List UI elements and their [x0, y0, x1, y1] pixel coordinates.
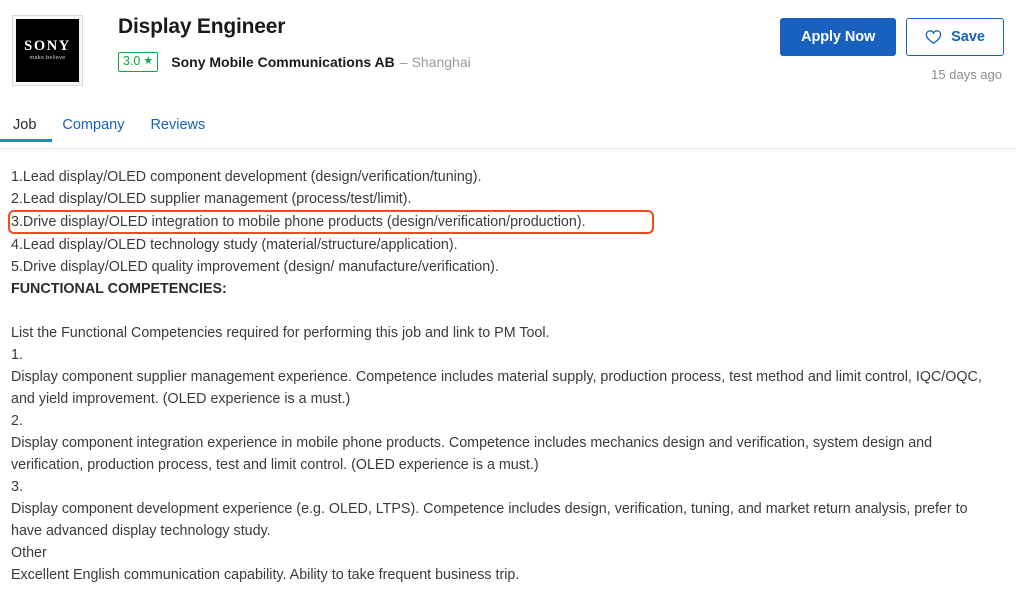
description-line: Other — [11, 545, 47, 561]
description-line: 1. — [11, 347, 23, 363]
description-line: 3. — [11, 479, 23, 495]
header-actions: Apply Now Save 15 days ago — [780, 10, 1004, 82]
posted-date: 15 days ago — [931, 67, 1002, 82]
job-location: Shanghai — [411, 53, 471, 70]
description-line: FUNCTIONAL COMPETENCIES: — [11, 281, 227, 297]
save-button-label: Save — [951, 29, 985, 45]
job-listing-page: { "header": { "logo": { "name": "sony-lo… — [0, 0, 1016, 611]
tab-job[interactable]: Job — [0, 118, 53, 141]
description-line: 2. — [11, 413, 23, 429]
description-line: Display component development experience… — [11, 501, 968, 539]
highlight-row: 3.Drive display/OLED integration to mobi… — [8, 210, 1005, 234]
description-line: 5.Drive display/OLED quality improvement… — [11, 259, 499, 275]
page-title: Display Engineer — [118, 15, 286, 38]
job-header: SONY make.believe Display Engineer 3.0 ★… — [0, 0, 1016, 118]
heart-outline-icon — [925, 29, 942, 45]
description-line: 4.Lead display/OLED technology study (ma… — [11, 237, 458, 253]
logo-tagline: make.believe — [29, 55, 66, 62]
employer-logo: SONY make.believe — [12, 15, 83, 86]
description-line: 2.Lead display/OLED supplier management … — [11, 191, 412, 207]
description-line: Display component supplier management ex… — [11, 369, 982, 407]
rating-badge[interactable]: 3.0 ★ — [118, 52, 159, 72]
logo-wordmark: SONY — [24, 37, 71, 54]
tab-company[interactable]: Company — [60, 118, 126, 141]
title-block: Display Engineer 3.0 ★ Sony Mobile Commu… — [118, 10, 780, 72]
save-job-button[interactable]: Save — [906, 18, 1004, 56]
logo-inner: SONY make.believe — [16, 19, 79, 82]
tabs-container: Job Company Reviews — [0, 118, 1016, 148]
header-row: SONY make.believe Display Engineer 3.0 ★… — [12, 10, 1004, 86]
rating-value: 3.0 — [123, 54, 141, 69]
tab-bar: Job Company Reviews — [0, 118, 1016, 149]
star-icon: ★ — [143, 54, 154, 67]
description-line — [11, 300, 1005, 322]
description-line: Excellent English communication capabili… — [11, 567, 520, 583]
job-description: 1.Lead display/OLED component developmen… — [0, 149, 1016, 586]
tab-reviews[interactable]: Reviews — [148, 118, 207, 141]
description-line: Display component integration experience… — [11, 435, 933, 473]
employer-name[interactable]: Sony Mobile Communications AB — [171, 54, 395, 70]
description-line: 1.Lead display/OLED component developmen… — [11, 169, 482, 185]
employer-line: 3.0 ★ Sony Mobile Communications AB – Sh… — [118, 52, 780, 72]
apply-now-button[interactable]: Apply Now — [780, 18, 897, 56]
action-buttons: Apply Now Save — [780, 18, 1004, 56]
employer-separator: – — [399, 53, 408, 70]
highlighted-requirement: 3.Drive display/OLED integration to mobi… — [8, 210, 654, 234]
description-line: List the Functional Competencies require… — [11, 325, 550, 341]
